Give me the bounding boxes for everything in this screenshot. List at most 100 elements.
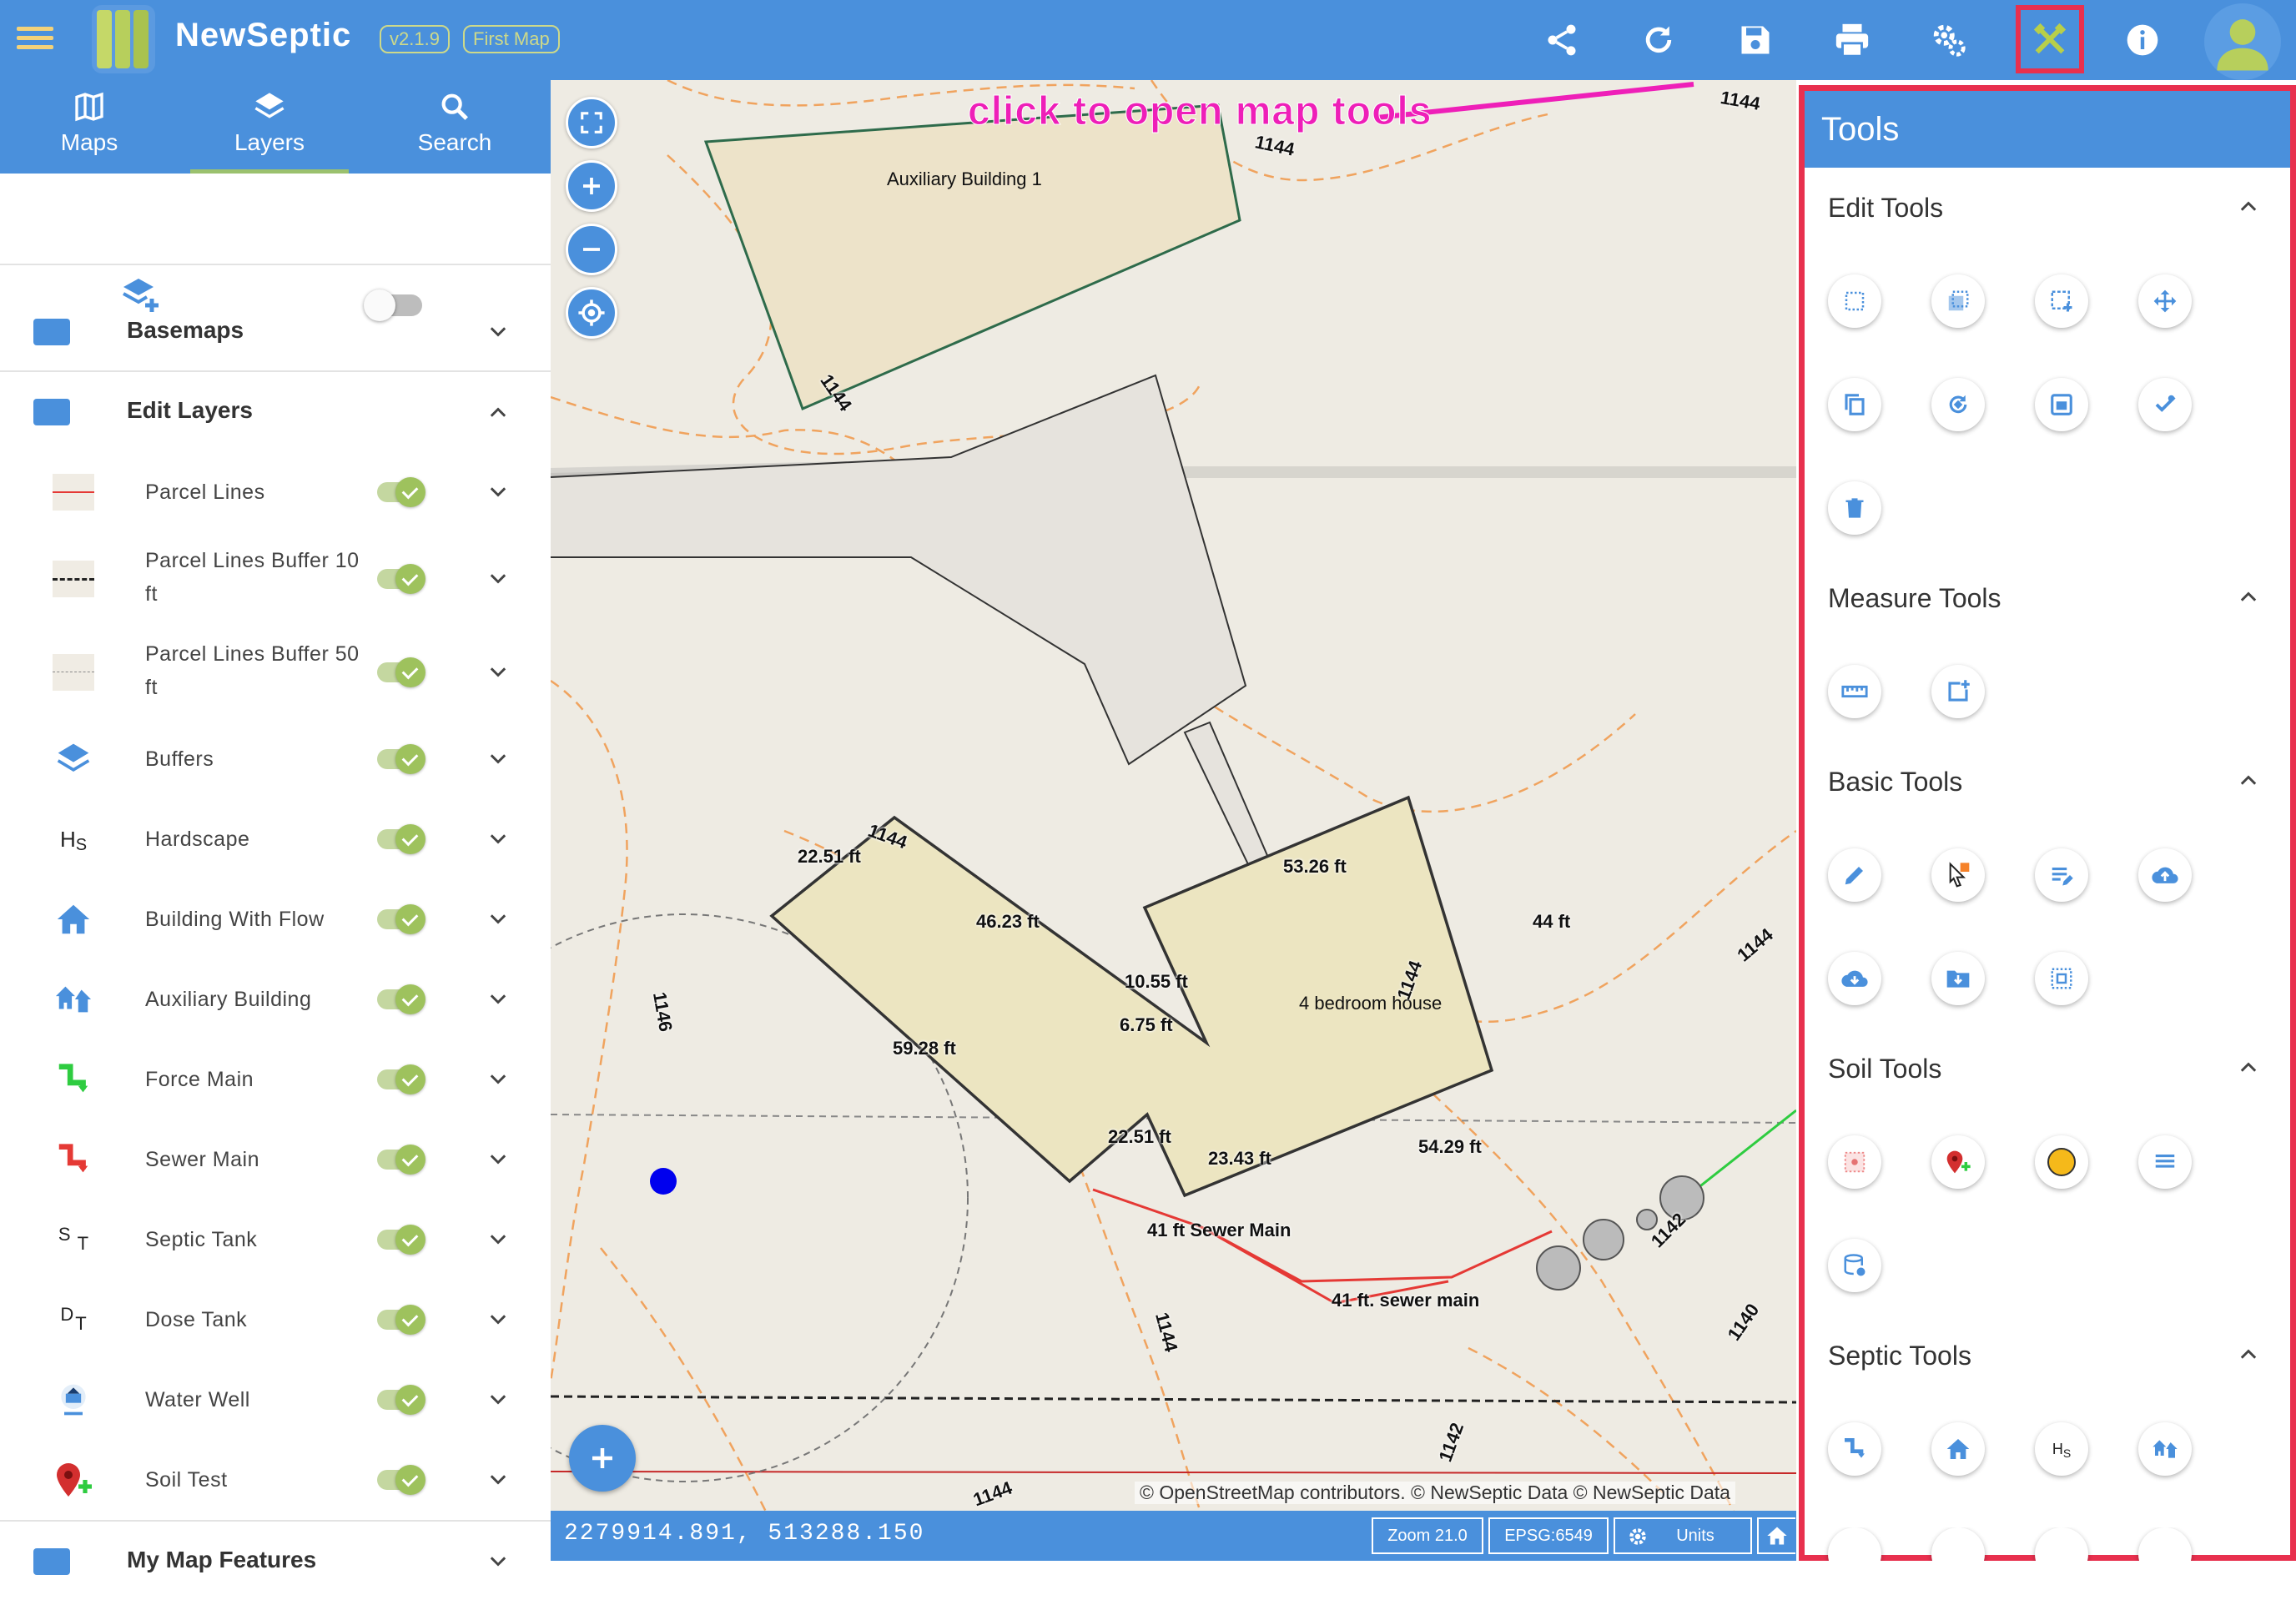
layer-row-parcel-lines[interactable]: Parcel Lines (0, 452, 551, 532)
tool-button[interactable] (2138, 1527, 2192, 1561)
cloud-download-icon[interactable] (1828, 952, 1881, 1005)
tool-group-soil[interactable]: Soil Tools (1828, 1054, 1941, 1084)
chevron-down-icon[interactable] (486, 1148, 510, 1171)
epsg-code[interactable]: EPSG:6549 (1488, 1517, 1609, 1554)
chevron-down-icon[interactable] (486, 828, 510, 851)
layer-row-force-main[interactable]: Force Main (0, 1039, 551, 1119)
layer-visibility-toggle[interactable] (377, 1225, 425, 1255)
save-icon[interactable] (1727, 12, 1784, 68)
layer-row-soil-test[interactable]: Soil Test (0, 1440, 551, 1520)
layer-row-hardscape[interactable]: HS Hardscape (0, 799, 551, 879)
section-basemaps[interactable]: Basemaps (0, 292, 551, 372)
layer-visibility-toggle[interactable] (377, 904, 425, 934)
layer-visibility-toggle[interactable] (377, 1145, 425, 1175)
chevron-down-icon[interactable] (486, 661, 510, 684)
fullscreen-button[interactable] (566, 97, 617, 148)
chevron-down-icon[interactable] (486, 481, 510, 504)
chevron-down-icon[interactable] (486, 1388, 510, 1411)
tab-layers[interactable]: Layers (182, 80, 357, 174)
section-edit-layers[interactable]: Edit Layers (0, 372, 551, 452)
chevron-up-icon[interactable] (2237, 194, 2260, 218)
layer-visibility-toggle[interactable] (377, 744, 425, 774)
layer-visibility-toggle[interactable] (377, 1305, 425, 1335)
layer-visibility-toggle[interactable] (377, 984, 425, 1014)
area-measure-icon[interactable] (1931, 665, 1985, 718)
chevron-up-icon[interactable] (2237, 1342, 2260, 1366)
hardscape-tool-icon[interactable]: HS (2035, 1422, 2088, 1476)
folder-download-icon[interactable] (1931, 952, 1985, 1005)
select-box-icon[interactable] (1828, 274, 1881, 328)
tool-group-septic[interactable]: Septic Tools (1828, 1341, 1971, 1371)
refresh-icon[interactable] (1630, 12, 1687, 68)
soil-pin-icon[interactable] (1931, 1135, 1985, 1189)
pencil-icon[interactable] (1828, 848, 1881, 902)
select-multiple-icon[interactable] (1931, 274, 1985, 328)
soil-map-icon[interactable] (1828, 1135, 1881, 1189)
user-avatar-icon[interactable] (2204, 3, 2281, 80)
soil-database-icon[interactable] (1828, 1239, 1881, 1292)
copy-icon[interactable] (1828, 378, 1881, 431)
layer-row-parcel-buffer-10[interactable]: Parcel Lines Buffer 10 ft (0, 532, 551, 626)
chevron-down-icon[interactable] (486, 1308, 510, 1331)
rotate-icon[interactable] (1931, 378, 1985, 431)
chevron-down-icon[interactable] (486, 747, 510, 771)
layer-visibility-toggle[interactable] (377, 564, 425, 594)
chevron-down-icon[interactable] (486, 1228, 510, 1251)
home-button[interactable] (1757, 1517, 1795, 1554)
print-icon[interactable] (1824, 12, 1881, 68)
layer-row-building-with-flow[interactable]: Building With Flow (0, 879, 551, 959)
info-icon[interactable] (2114, 12, 2171, 68)
cloud-upload-icon[interactable] (2138, 848, 2192, 902)
move-icon[interactable] (2138, 274, 2192, 328)
layer-visibility-toggle[interactable] (377, 477, 425, 507)
chevron-up-icon[interactable] (2237, 1055, 2260, 1079)
tab-search[interactable]: Search (367, 80, 542, 174)
edit-vertex-icon[interactable] (2138, 378, 2192, 431)
settings-icon[interactable] (1921, 12, 1977, 68)
chevron-up-icon[interactable] (2237, 768, 2260, 792)
layer-row-dose-tank[interactable]: DT Dose Tank (0, 1280, 551, 1360)
chevron-down-icon[interactable] (486, 1550, 510, 1573)
chevron-up-icon[interactable] (2237, 585, 2260, 608)
zoom-in-button[interactable] (566, 160, 617, 212)
delete-icon[interactable] (1828, 481, 1881, 535)
pointer-add-icon[interactable] (1931, 848, 1985, 902)
map-attribution[interactable]: © OpenStreetMap contributors. © NewSepti… (1135, 1482, 1735, 1504)
chevron-down-icon[interactable] (486, 1068, 510, 1091)
select-center-icon[interactable] (2035, 952, 2088, 1005)
add-feature-button[interactable] (569, 1425, 636, 1492)
force-main-tool-icon[interactable] (1828, 1422, 1881, 1476)
layer-row-parcel-buffer-50[interactable]: Parcel Lines Buffer 50 ft (0, 626, 551, 719)
house-tool-icon[interactable] (1931, 1422, 1985, 1476)
chevron-down-icon[interactable] (486, 1468, 510, 1492)
select-add-icon[interactable] (2035, 274, 2088, 328)
layer-visibility-toggle[interactable] (377, 824, 425, 854)
ruler-icon[interactable] (1828, 665, 1881, 718)
layer-visibility-toggle[interactable] (377, 1064, 425, 1094)
tool-group-basic[interactable]: Basic Tools (1828, 767, 1962, 797)
layer-row-water-well[interactable]: Water Well (0, 1360, 551, 1440)
units-button[interactable]: Units (1614, 1517, 1752, 1554)
menu-icon[interactable] (17, 22, 53, 58)
layer-row-septic-tank[interactable]: ST Septic Tank (0, 1200, 551, 1280)
share-icon[interactable] (1533, 12, 1590, 68)
tool-group-measure[interactable]: Measure Tools (1828, 583, 2001, 614)
tools-icon[interactable] (2016, 5, 2084, 73)
chevron-down-icon[interactable] (486, 567, 510, 591)
layer-row-auxiliary-building[interactable]: Auxiliary Building (0, 959, 551, 1039)
tool-button[interactable] (1828, 1527, 1881, 1561)
soil-point-icon[interactable] (2035, 1135, 2088, 1189)
zoom-out-button[interactable] (566, 224, 617, 275)
layer-visibility-toggle[interactable] (377, 1465, 425, 1495)
layer-visibility-toggle[interactable] (377, 1385, 425, 1415)
layer-visibility-toggle[interactable] (377, 657, 425, 687)
chevron-down-icon[interactable] (486, 908, 510, 931)
edit-text-icon[interactable] (2035, 848, 2088, 902)
scale-icon[interactable] (2035, 378, 2088, 431)
chevron-down-icon[interactable] (486, 320, 510, 344)
tool-button[interactable] (2035, 1527, 2088, 1561)
tool-button[interactable] (1931, 1527, 1985, 1561)
tab-maps[interactable]: Maps (2, 80, 177, 174)
layer-row-buffers[interactable]: Buffers (0, 719, 551, 799)
chevron-down-icon[interactable] (486, 988, 510, 1011)
